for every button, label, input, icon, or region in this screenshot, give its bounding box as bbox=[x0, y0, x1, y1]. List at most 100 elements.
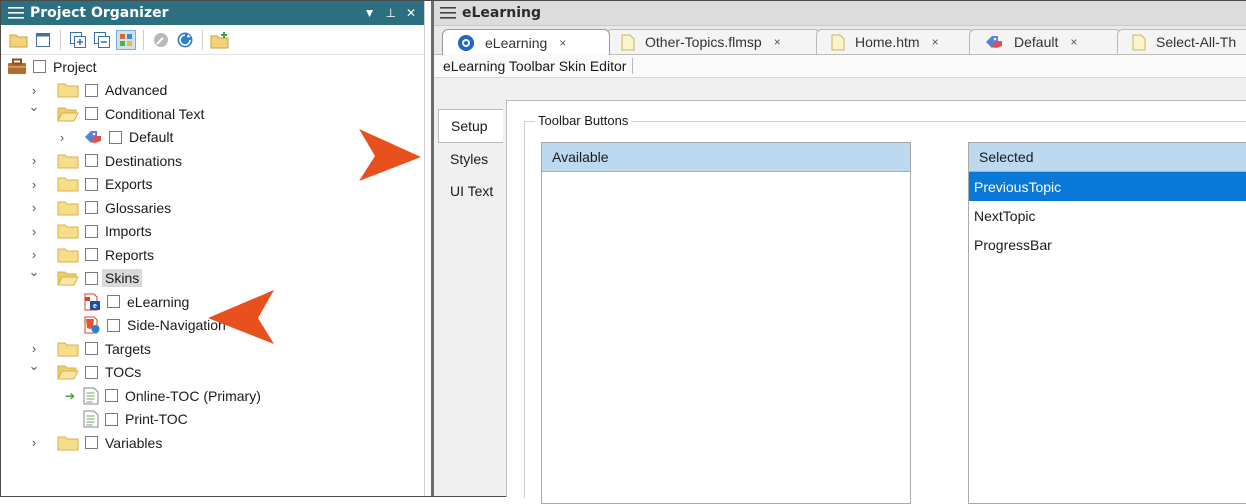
collapse-chevron-icon[interactable]: ⌄ bbox=[27, 99, 41, 115]
pin-icon[interactable]: ⊥ bbox=[385, 6, 395, 20]
expand-chevron-icon[interactable]: › bbox=[27, 200, 41, 215]
primary-arrow-icon: ➔ bbox=[65, 388, 76, 403]
tree-checkbox[interactable] bbox=[107, 295, 120, 308]
tree-item[interactable]: Project bbox=[7, 55, 97, 78]
expand-chevron-icon[interactable]: › bbox=[27, 177, 41, 192]
tree-item[interactable]: › Default bbox=[60, 126, 174, 149]
folder-icon bbox=[57, 176, 79, 192]
folder-icon bbox=[57, 435, 79, 451]
tree-item-label: Skins bbox=[102, 269, 143, 287]
tree-checkbox[interactable] bbox=[85, 224, 98, 238]
tree-item[interactable]: › Imports bbox=[32, 220, 152, 243]
folder-icon bbox=[57, 223, 79, 239]
close-tab-icon[interactable]: × bbox=[774, 35, 781, 49]
html5-skin-icon bbox=[83, 316, 101, 334]
tree-checkbox[interactable] bbox=[105, 412, 118, 426]
tab-elearning[interactable]: eLearning × bbox=[442, 29, 610, 55]
close-tab-icon[interactable]: × bbox=[1070, 35, 1077, 49]
tab-label: Select-All-Th bbox=[1156, 34, 1237, 50]
tool-icon[interactable] bbox=[151, 30, 171, 50]
tree-item[interactable]: ⌄ Skins bbox=[29, 264, 143, 290]
setup-panel: Toolbar Buttons Available Selected Previ… bbox=[506, 100, 1246, 504]
tree-item-label: Exports bbox=[105, 176, 153, 192]
tree-item-label: Destinations bbox=[105, 152, 183, 169]
tree-item[interactable]: ⌄ Conditional Text bbox=[29, 99, 205, 125]
tree-checkbox[interactable] bbox=[85, 271, 98, 285]
tree-item[interactable]: › Glossaries bbox=[32, 196, 171, 219]
tree-item[interactable]: › Advanced bbox=[32, 79, 167, 102]
expand-chevron-icon[interactable]: › bbox=[27, 83, 41, 98]
tree-item[interactable]: › Targets bbox=[32, 337, 151, 360]
folder-open-icon bbox=[57, 106, 79, 122]
tab-select-all-th[interactable]: Select-All-Th bbox=[1117, 29, 1246, 54]
expand-chevron-icon[interactable]: › bbox=[27, 435, 41, 450]
tree-item[interactable]: e eLearning bbox=[83, 290, 189, 313]
pane-dropdown-icon[interactable]: ▼ bbox=[364, 6, 376, 20]
list-item[interactable]: PreviousTopic bbox=[969, 172, 1246, 201]
project-icon bbox=[7, 58, 27, 75]
folder-open-icon bbox=[57, 270, 79, 286]
tree-checkbox[interactable] bbox=[85, 83, 98, 97]
collapse-chevron-icon[interactable]: ⌄ bbox=[27, 264, 41, 280]
side-tab-ui-text[interactable]: UI Text bbox=[438, 175, 502, 207]
expand-chevron-icon[interactable]: › bbox=[27, 153, 41, 168]
list-item[interactable]: NextTopic bbox=[969, 201, 1246, 230]
tab-default[interactable]: Default × bbox=[969, 29, 1121, 54]
open-folder-icon[interactable] bbox=[9, 30, 29, 50]
project-organizer-pane: Project Organizer ▼ ⊥ ✕ Project › Advanc… bbox=[1, 1, 425, 496]
side-tab-styles[interactable]: Styles bbox=[438, 143, 502, 175]
expand-chevron-icon[interactable]: › bbox=[27, 247, 41, 262]
close-pane-icon[interactable]: ✕ bbox=[406, 6, 416, 20]
tree-checkbox[interactable] bbox=[105, 389, 118, 402]
tree-checkbox[interactable] bbox=[85, 436, 98, 449]
expand-chevron-icon[interactable]: › bbox=[27, 341, 41, 356]
grid-view-icon[interactable] bbox=[116, 29, 136, 50]
tab-label: Default bbox=[1014, 34, 1059, 50]
document-tabs: eLearning × Other-Topics.flmsp × Home.htm × De… bbox=[434, 26, 1246, 55]
tree-checkbox[interactable] bbox=[107, 318, 120, 332]
tree-checkbox[interactable] bbox=[85, 107, 98, 120]
tree-item[interactable]: ⌄ TOCs bbox=[29, 358, 142, 384]
collapse-all-icon[interactable] bbox=[92, 30, 112, 50]
tree-checkbox[interactable] bbox=[33, 60, 46, 73]
tree-item[interactable]: › Exports bbox=[32, 173, 153, 196]
tree-checkbox[interactable] bbox=[85, 365, 98, 379]
tree-item[interactable]: › Variables bbox=[32, 431, 163, 454]
collapse-chevron-icon[interactable]: ⌄ bbox=[27, 358, 41, 374]
tree-item-label: Project bbox=[53, 58, 97, 75]
tree-item-label: Imports bbox=[105, 223, 152, 239]
tree-item-label: Default bbox=[129, 129, 174, 145]
list-item[interactable]: ProgressBar bbox=[969, 230, 1246, 259]
tree-item[interactable]: Print-TOC bbox=[83, 408, 188, 431]
side-tab-setup[interactable]: Setup bbox=[438, 109, 503, 143]
new-folder-icon[interactable] bbox=[210, 30, 230, 50]
tab-home-htm[interactable]: Home.htm × bbox=[816, 29, 974, 54]
tree-checkbox[interactable] bbox=[85, 342, 98, 355]
tree-item-label: eLearning bbox=[127, 293, 190, 310]
tree-checkbox[interactable] bbox=[109, 130, 122, 144]
tree-item[interactable]: › Reports bbox=[32, 243, 155, 266]
folder-icon bbox=[57, 82, 79, 98]
tree-checkbox[interactable] bbox=[85, 248, 98, 261]
tree-item-label: Reports bbox=[105, 246, 155, 263]
tree-checkbox[interactable] bbox=[85, 154, 98, 167]
tree-item[interactable]: ➔ Online-TOC (Primary) bbox=[65, 384, 261, 407]
close-tab-icon[interactable]: × bbox=[559, 36, 566, 50]
tab-other-topics-flmsp[interactable]: Other-Topics.flmsp × bbox=[606, 29, 820, 54]
selected-list[interactable]: Selected PreviousTopic NextTopic ProgressB… bbox=[968, 142, 1246, 504]
expand-chevron-icon[interactable]: › bbox=[27, 224, 41, 239]
tree-checkbox[interactable] bbox=[85, 177, 98, 191]
tree-checkbox[interactable] bbox=[85, 201, 98, 214]
menu-icon[interactable] bbox=[440, 7, 456, 19]
tree-item[interactable]: Side-Navigation bbox=[83, 314, 226, 337]
close-tab-icon[interactable]: × bbox=[932, 35, 939, 49]
globe-icon[interactable] bbox=[175, 30, 195, 50]
expand-all-icon[interactable] bbox=[68, 30, 88, 50]
menu-icon[interactable] bbox=[8, 7, 24, 19]
tree-item-label: Conditional Text bbox=[105, 105, 205, 122]
list-view-icon[interactable] bbox=[33, 30, 53, 50]
tree-item[interactable]: › Destinations bbox=[32, 149, 183, 172]
available-list[interactable]: Available bbox=[541, 142, 911, 504]
expand-chevron-icon[interactable]: › bbox=[55, 130, 69, 145]
svg-text:e: e bbox=[93, 303, 97, 310]
